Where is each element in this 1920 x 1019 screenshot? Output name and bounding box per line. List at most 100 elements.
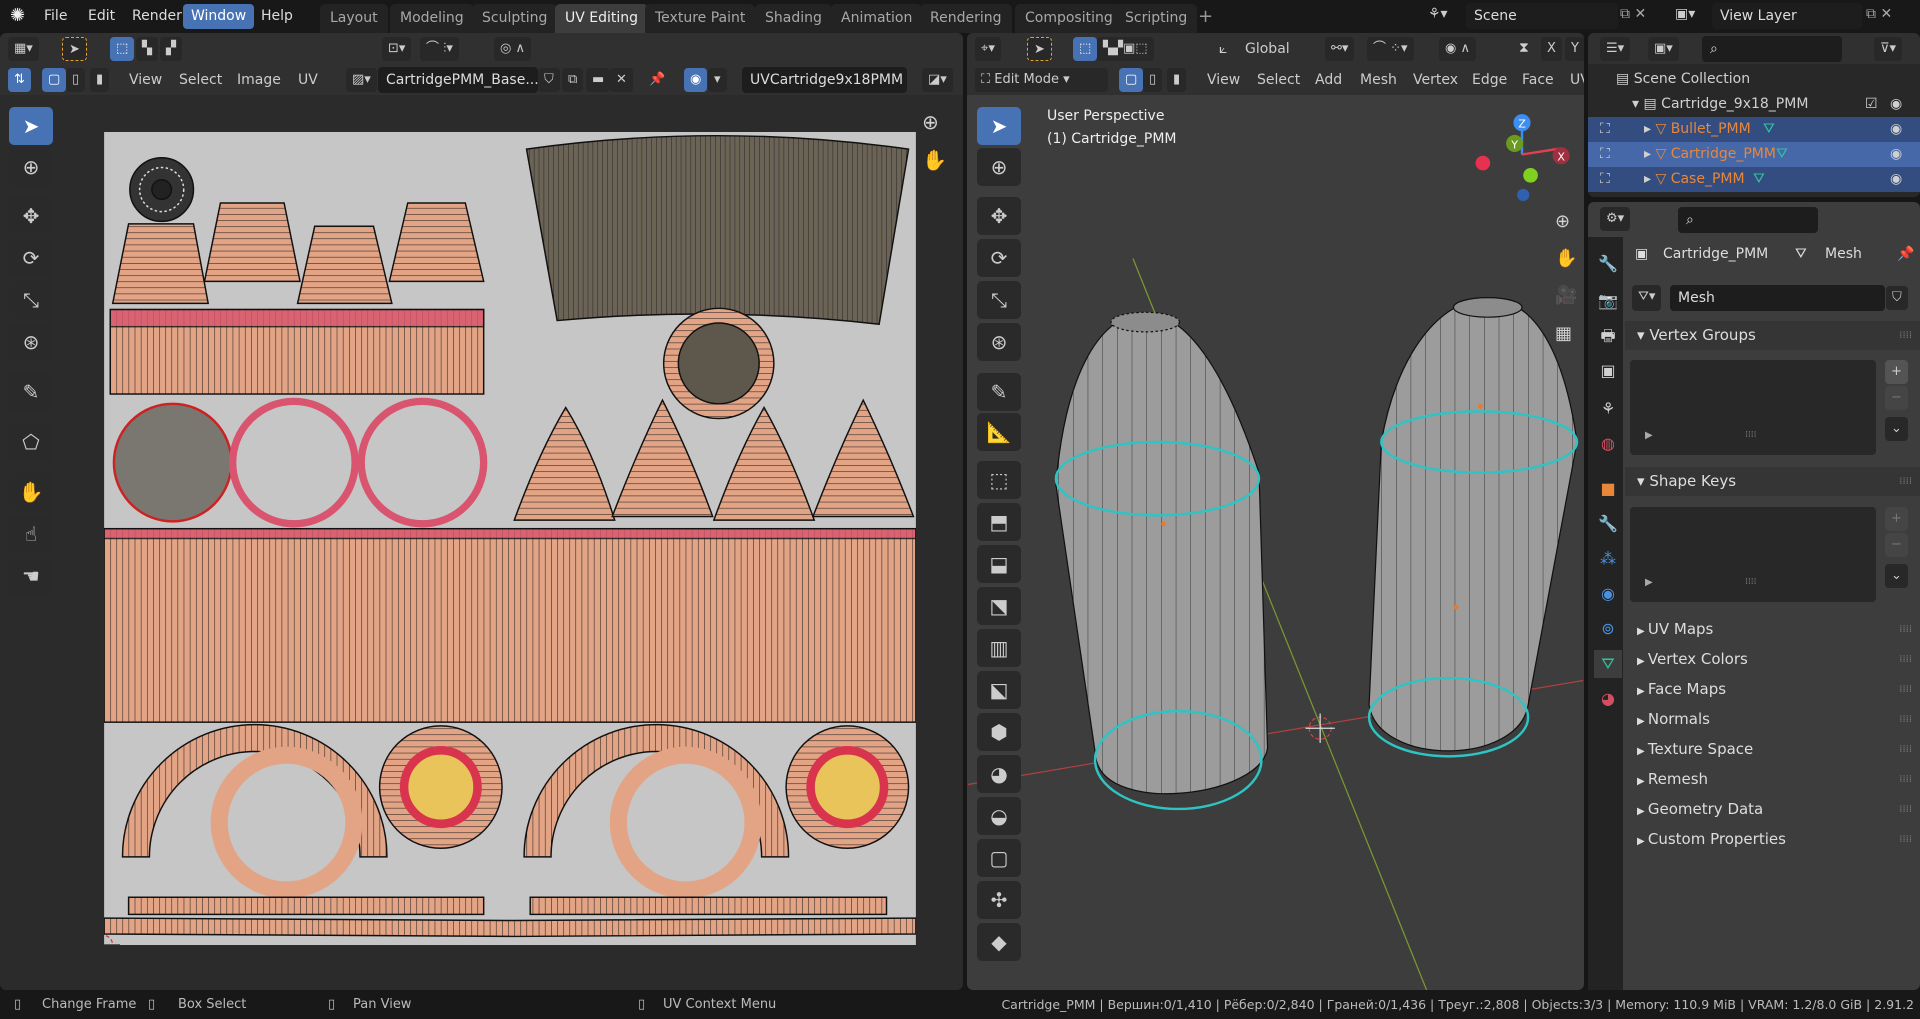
scene-selector[interactable]: Scene — [1466, 3, 1618, 29]
pivot-icon[interactable]: ⊡▾ — [382, 37, 412, 61]
new-view-layer-icon[interactable]: ⧉ ✕ — [1866, 6, 1892, 22]
uv-sync-icon[interactable]: ⇅ — [8, 68, 31, 92]
viewport-menu-select[interactable]: Select — [1257, 68, 1300, 92]
blender-logo-icon[interactable]: ✺ — [10, 5, 25, 26]
mesh-data-icon[interactable]: ⛛ — [1763, 117, 1775, 142]
menu-edit[interactable]: Edit — [80, 4, 123, 29]
drag-handle-icon[interactable]: ⁞⁞⁞⁞ — [1899, 795, 1912, 824]
tool-select-box[interactable]: ➤ — [977, 107, 1021, 145]
expand-icon[interactable]: ▸ — [1644, 171, 1655, 187]
shape-keys-list[interactable]: ▶ ⁞⁞⁞⁞ — [1630, 507, 1876, 602]
fake-user-shield-icon[interactable]: ⛉ — [538, 68, 560, 92]
uv-menu-uv[interactable]: UV — [298, 68, 318, 92]
tool-rip[interactable]: ⬠ — [9, 423, 53, 461]
list-resize-handle[interactable]: ⁞⁞⁞⁞ — [1745, 430, 1756, 440]
pin-icon[interactable]: 📌 — [643, 68, 671, 92]
mesh-name-field[interactable]: Mesh — [1670, 285, 1885, 311]
tool-cursor[interactable]: ⊕ — [9, 148, 53, 186]
tool-edge-slide[interactable]: ▢ — [977, 839, 1021, 877]
select-mode-new-icon[interactable]: ⬚ — [110, 37, 135, 61]
display-mode-icon[interactable]: ☰▾ — [1600, 37, 1631, 61]
edge-select-icon[interactable]: ▯ — [1143, 68, 1163, 92]
modifier-tab-icon[interactable]: 🔧 — [1594, 510, 1622, 538]
view-layer-selector[interactable]: View Layer — [1712, 3, 1862, 29]
display-channels-icon[interactable]: ◪▾ — [922, 68, 953, 92]
outliner-object-bullet[interactable]: ⛶ ▸ ▽ Bullet_PMM ⛛ ◉ — [1588, 117, 1920, 142]
tool-cursor[interactable]: ⊕ — [977, 148, 1021, 186]
uv-menu-image[interactable]: Image — [237, 68, 281, 92]
world-tab-icon[interactable]: ◍ — [1594, 430, 1622, 458]
panel-vertex-groups-header[interactable]: ▾ Vertex Groups ⁞⁞⁞⁞ — [1625, 321, 1920, 350]
camera-view-icon[interactable]: 🎥 — [1555, 285, 1577, 306]
tool-pinch[interactable]: ☚ — [9, 557, 53, 595]
drag-handle-icon[interactable]: ⁞⁞⁞⁞ — [1899, 615, 1912, 644]
physics-tab-icon[interactable]: ◉ — [1594, 580, 1622, 608]
orientation-dropdown[interactable]: Global — [1245, 37, 1290, 61]
properties-editor-type-icon[interactable]: ⚙▾ — [1600, 207, 1631, 231]
view-layer-icon[interactable]: ▣▾ — [1675, 6, 1695, 22]
face-select-icon[interactable]: ▮ — [90, 68, 110, 92]
add-workspace-button[interactable]: + — [1198, 6, 1213, 27]
drag-handle-icon[interactable]: ⁞⁞⁞⁞ — [1899, 765, 1912, 794]
viewport-menu-face[interactable]: Face — [1522, 68, 1554, 92]
snap-icon[interactable]: ⌒ ⁘▾ — [1367, 37, 1414, 61]
list-resize-handle[interactable]: ⁞⁞⁞⁞ — [1745, 577, 1756, 587]
tool-measure[interactable]: 📐 — [977, 413, 1021, 451]
vertex-group-specials-button[interactable]: ⌄ — [1885, 417, 1908, 441]
select-tool-icon[interactable]: ➤ — [62, 37, 87, 61]
tool-shear[interactable]: ◆ — [977, 923, 1021, 961]
data-tab-icon[interactable]: ⛛ — [1594, 650, 1622, 678]
panel-face-maps[interactable]: ▶ Face Maps ⁞⁞⁞⁞ — [1625, 675, 1920, 704]
select-mode-subtract-icon[interactable]: ▞ — [160, 37, 182, 61]
tab-rendering[interactable]: Rendering — [920, 4, 1012, 33]
material-tab-icon[interactable]: ◕ — [1594, 685, 1622, 713]
vertex-groups-list[interactable]: ▶ ⁞⁞⁞⁞ — [1630, 360, 1876, 455]
panel-shape-keys-header[interactable]: ▾ Shape Keys ⁞⁞⁞⁞ — [1625, 467, 1920, 496]
expand-icon[interactable]: ▸ — [1644, 146, 1655, 162]
select-mode-extend-icon[interactable]: ▚ — [136, 37, 158, 61]
visibility-eye-icon[interactable]: ◉ — [1890, 117, 1902, 142]
tool-move[interactable]: ✥ — [977, 197, 1021, 235]
uv-map-dropdown-icon[interactable]: ▾ — [708, 68, 727, 92]
menu-file[interactable]: File — [36, 4, 75, 29]
unlink-image-icon[interactable]: ✕ — [610, 68, 633, 92]
zoom-view-icon[interactable]: ⊕ — [1555, 211, 1570, 232]
tool-relax[interactable]: ☝ — [9, 515, 53, 553]
particles-tab-icon[interactable]: ⁂ — [1594, 545, 1622, 573]
viewport-menu-mesh[interactable]: Mesh — [1360, 68, 1397, 92]
uv-texture-canvas[interactable] — [104, 132, 916, 945]
tab-compositing[interactable]: Compositing — [1015, 4, 1123, 33]
drag-handle-icon[interactable]: ⁞⁞⁞⁞ — [1899, 321, 1912, 350]
drag-handle-icon[interactable]: ⁞⁞⁞⁞ — [1899, 467, 1912, 496]
pin-icon[interactable]: 📌 — [1897, 240, 1914, 269]
menu-window[interactable]: Window — [183, 4, 255, 29]
tool-select-box[interactable]: ➤ — [9, 107, 53, 145]
image-name-field[interactable]: CartridgePMM_Base... — [378, 67, 539, 93]
tool-poly-build[interactable]: ⬢ — [977, 713, 1021, 751]
drag-handle-icon[interactable]: ⁞⁞⁞⁞ — [1899, 645, 1912, 674]
tool-rotate[interactable]: ⟳ — [977, 239, 1021, 277]
new-scene-icon[interactable]: ⧉ ✕ — [1620, 6, 1646, 22]
render-tab-icon[interactable]: 📷 — [1594, 287, 1622, 315]
tab-scripting[interactable]: Scripting — [1115, 4, 1198, 33]
drag-handle-icon[interactable]: ⁞⁞⁞⁞ — [1899, 735, 1912, 764]
view-layer-tab-icon[interactable]: ▣ — [1594, 357, 1622, 385]
tab-layout[interactable]: Layout — [320, 4, 388, 33]
tab-texture-paint[interactable]: Texture Paint — [645, 4, 756, 33]
tool-loop-cut[interactable]: ▥ — [977, 629, 1021, 667]
visibility-eye-icon[interactable]: ◉ — [1890, 167, 1902, 192]
proportional-edit-icon[interactable]: ◉ ∧ — [1439, 37, 1476, 61]
mesh-browse-icon[interactable]: ⛛▾ — [1632, 285, 1662, 311]
open-image-folder-icon[interactable]: ▬ — [586, 68, 611, 92]
expand-icon[interactable]: ▾ — [1632, 96, 1643, 112]
tool-knife[interactable]: ⬕ — [977, 671, 1021, 709]
tool-extrude[interactable]: ⬒ — [977, 503, 1021, 541]
panel-vertex-colors[interactable]: ▶ Vertex Colors ⁞⁞⁞⁞ — [1625, 645, 1920, 674]
orientation-icon[interactable]: ⟀ — [1219, 41, 1227, 57]
add-shape-key-button[interactable]: + — [1885, 507, 1908, 531]
uv-map-icon[interactable]: ◉ — [684, 68, 708, 92]
panel-geometry-data[interactable]: ▶ Geometry Data ⁞⁞⁞⁞ — [1625, 795, 1920, 824]
tool-annotate[interactable]: ✎ — [9, 373, 53, 411]
edit-mode-icon[interactable]: ⛶ — [1600, 117, 1610, 142]
panel-normals[interactable]: ▶ Normals ⁞⁞⁞⁞ — [1625, 705, 1920, 734]
